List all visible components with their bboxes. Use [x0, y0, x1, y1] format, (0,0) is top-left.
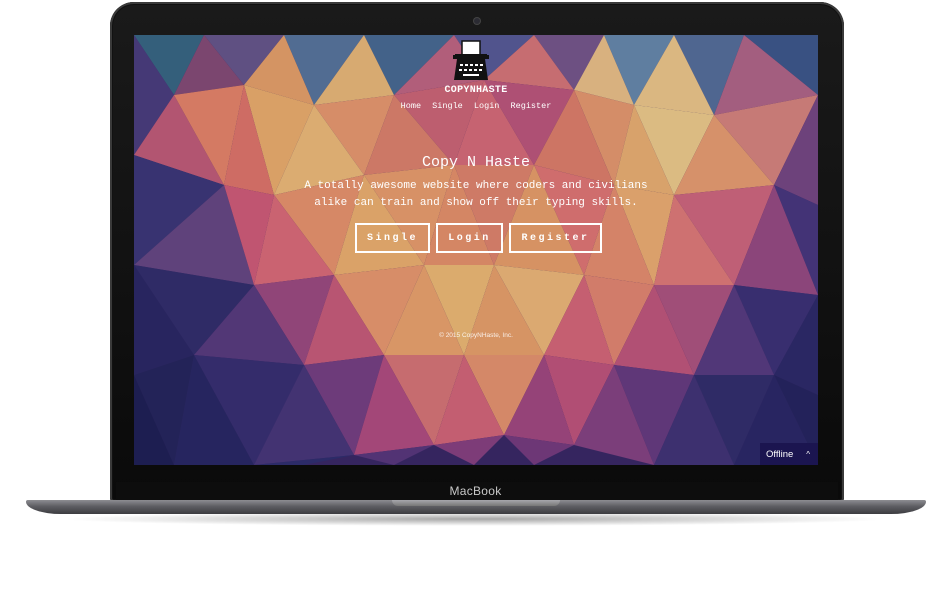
site-nav: Home Single Login Register — [134, 101, 818, 111]
offline-status-label: Offline — [766, 448, 794, 460]
nav-item-login[interactable]: Login — [474, 101, 500, 111]
camera-icon — [474, 18, 480, 24]
footer-copyright: © 2015 CopyNHaste, Inc. — [439, 332, 513, 339]
register-button[interactable]: Register — [509, 223, 602, 253]
nav-item-register[interactable]: Register — [511, 101, 552, 111]
single-button[interactable]: Single — [355, 223, 430, 253]
laptop-shadow — [60, 512, 890, 526]
chevron-up-icon: ^ — [806, 449, 810, 459]
nav-item-single[interactable]: Single — [432, 101, 463, 111]
laptop-brand-label: MacBook — [449, 484, 502, 498]
hero-description: A totally awesome website where coders a… — [304, 180, 648, 209]
offline-status-button[interactable]: Offline ^ — [760, 443, 818, 465]
laptop-base-notch — [392, 500, 560, 506]
brand-name[interactable]: COPYNHASTE — [134, 85, 818, 96]
typewriter-icon — [453, 40, 489, 80]
hero-title: Copy N Haste — [421, 154, 531, 171]
website: COPYNHASTE Home Single Login Register Co… — [134, 35, 818, 465]
login-button[interactable]: Login — [436, 223, 503, 253]
nav-item-home[interactable]: Home — [401, 101, 421, 111]
laptop-screen: COPYNHASTE Home Single Login Register Co… — [134, 35, 818, 465]
